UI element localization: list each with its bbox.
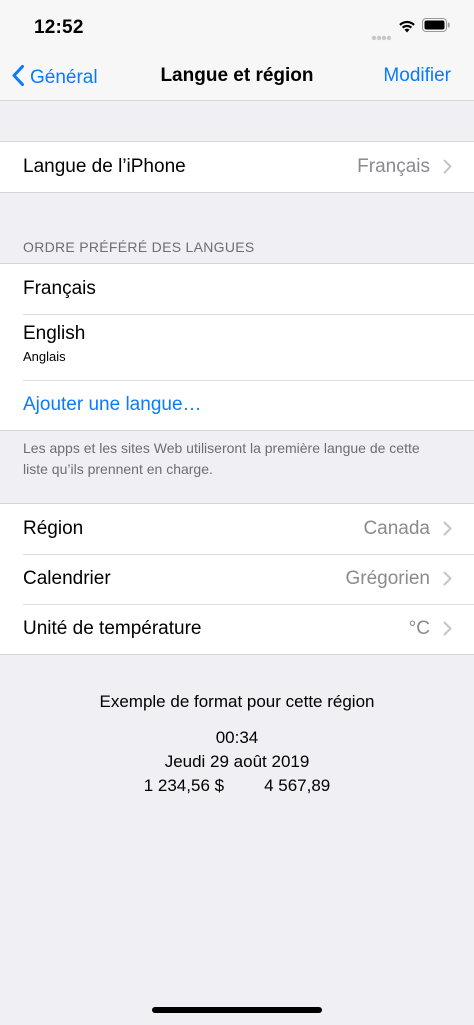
format-example: Exemple de format pour cette région 00:3…	[0, 690, 474, 798]
chevron-right-icon	[443, 159, 452, 179]
language-title: English	[23, 323, 86, 344]
format-example-time: 00:34	[215, 728, 259, 747]
language-title: Français	[23, 278, 96, 299]
format-example-number: 4 567,89	[264, 776, 331, 795]
signal-dots-icon	[371, 28, 392, 46]
add-language-label: Ajouter une langue…	[23, 394, 202, 415]
chevron-right-icon	[443, 571, 452, 591]
languages-footer-note: Les apps et les sites Web utiliseront la…	[23, 440, 420, 477]
status-bar: 12:52	[0, 0, 474, 56]
temperature-unit-row[interactable]: Unité de température °C	[0, 604, 474, 654]
iphone-language-label: Langue de l’iPhone	[23, 156, 186, 177]
calendar-label: Calendrier	[23, 568, 111, 589]
language-subtitle: Anglais	[23, 349, 66, 364]
language-item-french[interactable]: Français	[0, 264, 474, 314]
preferred-languages-group: Français English Anglais Ajouter une lan…	[0, 263, 474, 431]
chevron-right-icon	[443, 621, 452, 641]
chevron-right-icon	[443, 521, 452, 541]
home-indicator[interactable]	[152, 1007, 322, 1013]
iphone-language-value: Français	[357, 156, 430, 177]
wifi-icon	[397, 18, 417, 39]
preferred-languages-header: ORDRE PRÉFÉRÉ DES LANGUES	[23, 239, 255, 255]
edit-button[interactable]: Modifier	[383, 65, 451, 87]
region-row[interactable]: Région Canada	[0, 504, 474, 554]
calendar-value: Grégorien	[345, 568, 431, 589]
region-value: Canada	[363, 518, 430, 539]
region-label: Région	[23, 518, 84, 539]
temperature-unit-value: °C	[408, 618, 430, 639]
temperature-unit-label: Unité de température	[23, 618, 202, 639]
add-language-button[interactable]: Ajouter une langue…	[0, 380, 474, 430]
calendar-row[interactable]: Calendrier Grégorien	[0, 554, 474, 604]
format-example-currency: 1 234,56 $	[143, 776, 225, 795]
format-example-date: Jeudi 29 août 2019	[164, 752, 310, 771]
iphone-language-row[interactable]: Langue de l’iPhone Français	[0, 142, 474, 192]
iphone-language-group: Langue de l’iPhone Français	[0, 141, 474, 193]
battery-icon	[422, 18, 450, 37]
region-settings-group: Région Canada Calendrier Grégorien Unité…	[0, 503, 474, 655]
format-example-title: Exemple de format pour cette région	[99, 692, 375, 711]
status-time: 12:52	[34, 17, 84, 38]
navigation-bar: Général Langue et région Modifier	[0, 56, 474, 101]
language-item-english[interactable]: English Anglais	[0, 314, 474, 380]
